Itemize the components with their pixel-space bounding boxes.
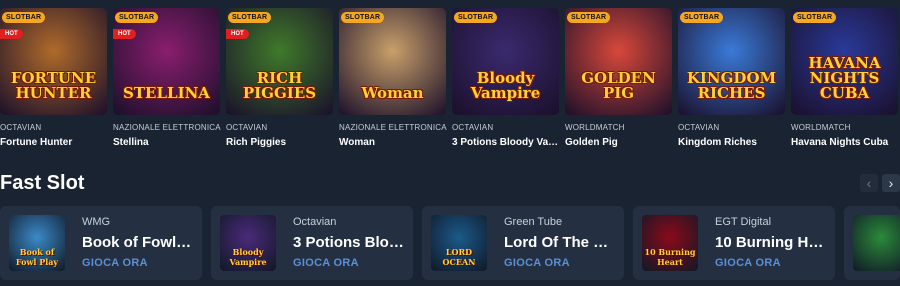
chevron-left-icon: ‹ (866, 175, 872, 191)
fast-slot-provider: Green Tube (504, 216, 563, 228)
game-name[interactable]: Golden Pig (565, 137, 675, 148)
play-now-link[interactable]: GIOCA ORA (82, 257, 148, 269)
game-thumbnail[interactable]: SLOTBAR KINGDOM RICHES (678, 8, 785, 115)
game-logo-text: STELLINA (123, 84, 210, 102)
play-now-link[interactable]: GIOCA ORA (715, 257, 781, 269)
carousel-next-button[interactable]: › (882, 174, 900, 192)
game-logo-text: KINGDOM RICHES (686, 69, 777, 102)
fast-slot-provider: Octavian (293, 216, 337, 228)
slot-row: SLOTBAR HOT FORTUNE HUNTER OCTAVIAN Fort… (0, 8, 900, 153)
fast-slot-card[interactable]: LORD OCEAN Green Tube Lord Of The Ocean … (422, 206, 624, 280)
game-provider: WORLDMATCH (565, 123, 625, 132)
game-name[interactable]: Rich Piggies (226, 137, 336, 148)
slotbar-badge: SLOTBAR (2, 12, 46, 23)
fast-slot-card[interactable]: 10 Burning Heart EGT Digital 10 Burning … (633, 206, 835, 280)
slotbar-badge: SLOTBAR (341, 12, 385, 23)
fast-slot-name[interactable]: Book of Fowl Play (82, 234, 194, 251)
game-provider: NAZIONALE ELETTRONICA (339, 123, 447, 132)
game-logo-text: GOLDEN PIG (581, 69, 656, 102)
game-provider: WORLDMATCH (791, 123, 851, 132)
game-card[interactable]: SLOTBAR HOT FORTUNE HUNTER OCTAVIAN Fort… (0, 8, 107, 153)
fast-slot-thumbnail[interactable]: LORD OCEAN (431, 215, 487, 271)
game-name[interactable]: Havana Nights Cuba (791, 137, 900, 148)
game-card[interactable]: SLOTBAR Woman NAZIONALE ELETTRONICA Woma… (339, 8, 449, 153)
game-provider: NAZIONALE ELETTRONICA (113, 123, 221, 132)
hot-badge: HOT (226, 29, 249, 39)
fast-slot-provider: EGT Digital (715, 216, 772, 228)
slotbar-badge: SLOTBAR (228, 12, 272, 23)
game-provider: OCTAVIAN (226, 123, 268, 132)
hot-badge: HOT (0, 29, 23, 39)
fast-slot-provider: WMG (82, 216, 111, 228)
game-card[interactable]: SLOTBAR GOLDEN PIG WORLDMATCH Golden Pig (565, 8, 672, 153)
game-provider: OCTAVIAN (678, 123, 720, 132)
game-name[interactable]: Woman (339, 137, 449, 148)
fast-slot-logo-text: Bloody Vampire (229, 247, 267, 267)
carousel-prev-button[interactable]: ‹ (860, 174, 878, 192)
slotbar-badge: SLOTBAR (793, 12, 837, 23)
fast-slot-thumbnail[interactable]: 10 Burning Heart (642, 215, 698, 271)
fast-slot-logo-text: 10 Burning Heart (644, 247, 696, 267)
game-provider: OCTAVIAN (452, 123, 494, 132)
fast-slot-name[interactable]: 3 Potions Bloody Vampire (293, 234, 405, 251)
game-card[interactable]: SLOTBAR HOT STELLINA NAZIONALE ELETTRONI… (113, 8, 223, 153)
fast-slot-logo-text: LORD OCEAN (442, 247, 476, 267)
fast-slot-name[interactable]: 10 Burning Heart (715, 234, 827, 251)
fast-slot-name[interactable]: Lord Of The Ocean (504, 234, 616, 251)
fast-slot-card[interactable]: Book of Fowl Play WMG Book of Fowl Play … (0, 206, 202, 280)
game-name[interactable]: 3 Potions Bloody Vampire (452, 137, 562, 148)
slotbar-badge: SLOTBAR (454, 12, 498, 23)
game-card[interactable]: SLOTBAR Bloody Vampire OCTAVIAN 3 Potion… (452, 8, 562, 153)
section-title-fast-slot: Fast Slot (0, 172, 85, 194)
game-provider: OCTAVIAN (0, 123, 42, 132)
game-logo-text: HAVANA NIGHTS CUBA (808, 54, 881, 102)
game-logo-text: Woman (361, 84, 424, 102)
game-card[interactable]: SLOTBAR HOT RICH PIGGIES OCTAVIAN Rich P… (226, 8, 333, 153)
fast-slot-logo-text: Book of Fowl Play (15, 247, 59, 267)
game-thumbnail[interactable]: SLOTBAR HAVANA NIGHTS CUBA (791, 8, 898, 115)
game-thumbnail[interactable]: SLOTBAR Bloody Vampire (452, 8, 559, 115)
game-name[interactable]: Kingdom Riches (678, 137, 788, 148)
game-card[interactable]: SLOTBAR KINGDOM RICHES OCTAVIAN Kingdom … (678, 8, 785, 153)
play-now-link[interactable]: GIOCA ORA (293, 257, 359, 269)
game-thumbnail[interactable]: SLOTBAR GOLDEN PIG (565, 8, 672, 115)
fast-slot-card[interactable] (844, 206, 900, 280)
slotbar-badge: SLOTBAR (680, 12, 724, 23)
chevron-right-icon: › (888, 175, 894, 191)
fast-slot-thumbnail[interactable]: Book of Fowl Play (9, 215, 65, 271)
game-logo-text: RICH PIGGIES (242, 69, 317, 102)
fast-slot-card[interactable]: Bloody Vampire Octavian 3 Potions Bloody… (211, 206, 413, 280)
game-thumbnail[interactable]: SLOTBAR HOT RICH PIGGIES (226, 8, 333, 115)
play-now-link[interactable]: GIOCA ORA (504, 257, 570, 269)
game-name[interactable]: Stellina (113, 137, 223, 148)
game-logo-text: Bloody Vampire (470, 69, 541, 102)
slotbar-badge: SLOTBAR (115, 12, 159, 23)
game-thumbnail[interactable]: SLOTBAR HOT FORTUNE HUNTER (0, 8, 107, 115)
game-thumbnail[interactable]: SLOTBAR Woman (339, 8, 446, 115)
game-logo-text: FORTUNE HUNTER (10, 69, 97, 102)
fast-slot-thumbnail[interactable] (853, 215, 900, 271)
game-name[interactable]: Fortune Hunter (0, 137, 110, 148)
game-card[interactable]: SLOTBAR HAVANA NIGHTS CUBA WORLDMATCH Ha… (791, 8, 898, 153)
fast-slot-thumbnail[interactable]: Bloody Vampire (220, 215, 276, 271)
hot-badge: HOT (113, 29, 136, 39)
slotbar-badge: SLOTBAR (567, 12, 611, 23)
game-thumbnail[interactable]: SLOTBAR HOT STELLINA (113, 8, 220, 115)
